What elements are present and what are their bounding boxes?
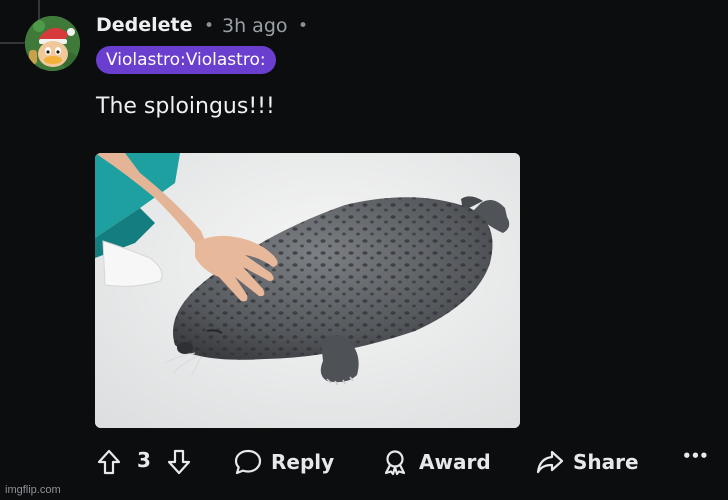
share-button[interactable]: Share (535, 448, 639, 476)
arrow-down-outline-icon (167, 449, 191, 475)
user-flair-badge: Violastro:Violastro: (96, 46, 276, 74)
user-avatar[interactable] (25, 16, 80, 71)
reply-label: Reply (271, 450, 335, 474)
comment-image[interactable] (95, 153, 520, 428)
comment-text: The sploingus!!! (96, 94, 275, 119)
share-label: Share (573, 450, 639, 474)
meta-separator: • (204, 16, 215, 36)
award-label: Award (419, 450, 491, 474)
downvote-button[interactable] (166, 448, 192, 476)
arrow-up-outline-icon (97, 449, 121, 475)
award-button[interactable]: Award (381, 448, 491, 476)
vote-count: 3 (137, 448, 151, 472)
king-dedede-avatar-icon (25, 16, 80, 71)
share-arrow-icon (536, 450, 564, 474)
watermark: imgflip.com (5, 484, 61, 496)
comment-username[interactable]: Dedelete (96, 14, 193, 36)
upvote-button[interactable] (96, 448, 122, 476)
award-ribbon-icon (384, 450, 406, 476)
speech-bubble-icon (234, 449, 262, 475)
reply-button[interactable]: Reply (233, 448, 334, 476)
seal-photo (95, 153, 520, 428)
more-options-button[interactable]: ••• (682, 447, 709, 465)
comment-timestamp: 3h ago (222, 15, 288, 37)
meta-separator: • (298, 16, 309, 36)
ellipsis-icon: ••• (682, 447, 709, 465)
